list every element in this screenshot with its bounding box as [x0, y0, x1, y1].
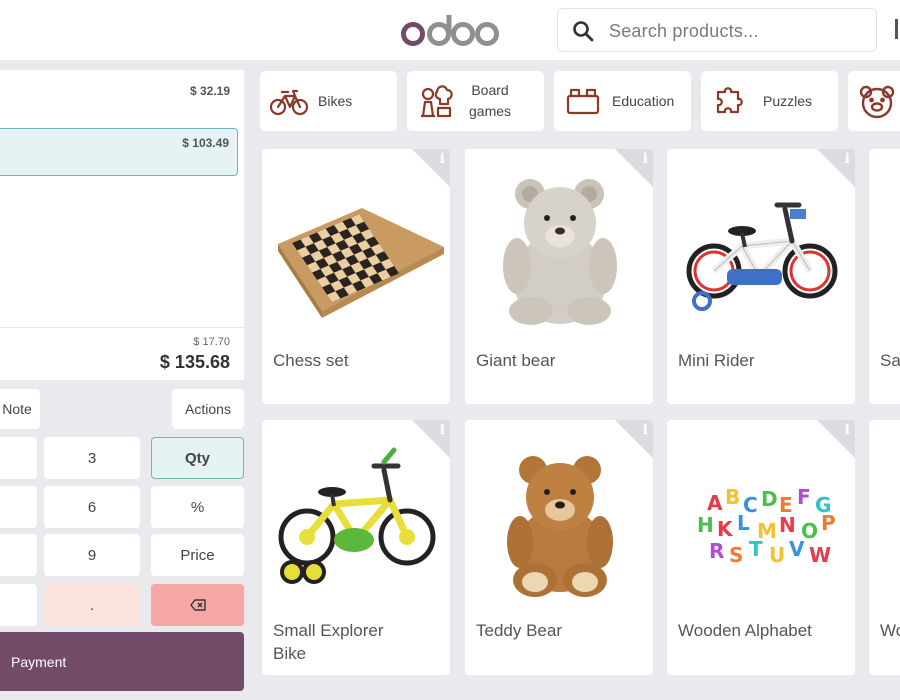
- order-line[interactable]: $ 32.19: [0, 70, 244, 126]
- info-icon[interactable]: i: [845, 422, 850, 438]
- partial-product-image: [869, 432, 900, 602]
- tax-amount: $ 17.70: [193, 336, 230, 348]
- numpad-key-9[interactable]: 9: [44, 534, 140, 576]
- product-card[interactable]: i Chess set: [262, 149, 450, 404]
- svg-text:H: H: [697, 513, 714, 537]
- svg-text:N: N: [779, 513, 796, 537]
- svg-text:S: S: [729, 543, 743, 567]
- numpad-mode-price[interactable]: Price: [151, 534, 244, 576]
- puzzle-icon: [716, 87, 743, 114]
- order-line-selected[interactable]: $ 103.49: [0, 128, 238, 176]
- note-button[interactable]: Note: [0, 389, 40, 429]
- svg-text:R: R: [709, 539, 724, 563]
- backspace-button[interactable]: [151, 584, 244, 626]
- svg-text:P: P: [821, 511, 836, 535]
- category-toys[interactable]: [848, 71, 900, 131]
- numpad-key[interactable]: [0, 584, 37, 626]
- svg-text:A: A: [707, 491, 723, 515]
- product-card[interactable]: A B C D E F G H K L M N O P R S T U V W …: [667, 420, 855, 675]
- top-bar: Search products...: [0, 0, 900, 60]
- product-name: Sa: [880, 351, 900, 370]
- info-icon[interactable]: i: [440, 422, 445, 438]
- partial-product-image: [869, 161, 900, 331]
- search-icon: [573, 21, 594, 42]
- numpad-key-6[interactable]: 6: [44, 486, 140, 528]
- product-name: Small Explorer Bike: [273, 621, 384, 663]
- backspace-icon: [189, 599, 206, 611]
- board-games-icon: [421, 85, 453, 118]
- order-line-price: $ 103.49: [182, 136, 229, 150]
- category-label: Bikes: [318, 92, 353, 109]
- category-board-games[interactable]: Board games: [407, 71, 544, 131]
- numpad-key[interactable]: [0, 486, 37, 528]
- category-education[interactable]: Education: [554, 71, 691, 131]
- info-icon[interactable]: i: [845, 151, 850, 167]
- svg-text:B: B: [725, 485, 740, 509]
- numpad-key-decimal[interactable]: .: [44, 584, 140, 626]
- numpad-key[interactable]: [0, 534, 37, 576]
- svg-text:T: T: [749, 537, 763, 561]
- info-icon[interactable]: i: [643, 151, 648, 167]
- total-amount: $ 135.68: [159, 352, 230, 372]
- numpad-key[interactable]: [0, 437, 37, 479]
- svg-text:D: D: [761, 487, 778, 511]
- category-label: Board games: [469, 82, 512, 119]
- svg-text:U: U: [769, 543, 785, 567]
- product-name: Chess set: [273, 351, 349, 370]
- product-name: Giant bear: [476, 351, 556, 370]
- teddy-icon: [859, 85, 895, 119]
- svg-text:K: K: [717, 517, 734, 541]
- product-name: Wooden Alphabet: [678, 621, 812, 640]
- info-icon[interactable]: i: [440, 151, 445, 167]
- numpad-mode-discount[interactable]: %: [151, 486, 244, 528]
- svg-text:L: L: [737, 511, 750, 535]
- svg-text:F: F: [797, 485, 811, 509]
- actions-button[interactable]: Actions: [172, 389, 244, 429]
- product-card[interactable]: i Small Explorer Bike: [262, 420, 450, 675]
- order-panel: $ 32.19 $ 103.49 $ 17.70 $ 135.68: [0, 70, 244, 380]
- info-icon[interactable]: i: [643, 422, 648, 438]
- search-input[interactable]: Search products...: [609, 21, 759, 42]
- order-line-price: $ 32.19: [189, 84, 230, 98]
- category-label: Education: [612, 92, 675, 109]
- numpad-key-3[interactable]: 3: [44, 437, 140, 479]
- category-bikes[interactable]: Bikes: [260, 71, 397, 131]
- product-card[interactable]: i Teddy Bear: [465, 420, 653, 675]
- product-card[interactable]: i Giant bear: [465, 149, 653, 404]
- product-name: Teddy Bear: [476, 621, 562, 640]
- menu-edge: [895, 19, 898, 39]
- category-puzzles[interactable]: Puzzles: [701, 71, 838, 131]
- numpad-mode-qty[interactable]: Qty: [151, 437, 244, 479]
- product-card-partial[interactable]: Wo: [869, 420, 900, 675]
- payment-button[interactable]: Payment: [0, 632, 244, 691]
- product-name: Wo: [880, 621, 900, 640]
- product-card[interactable]: i Mini Rider: [667, 149, 855, 404]
- svg-text:V: V: [789, 537, 805, 561]
- product-card-partial[interactable]: Sa: [869, 149, 900, 404]
- svg-text:W: W: [809, 543, 831, 567]
- bike-icon: [269, 89, 309, 116]
- product-name: Mini Rider: [678, 351, 755, 370]
- order-totals: $ 17.70 $ 135.68: [0, 327, 244, 380]
- payment-label: Payment: [11, 653, 67, 670]
- education-icon: [566, 88, 600, 115]
- category-label: Puzzles: [763, 92, 813, 109]
- odoo-logo: [401, 15, 499, 46]
- search-bar[interactable]: Search products...: [557, 8, 877, 52]
